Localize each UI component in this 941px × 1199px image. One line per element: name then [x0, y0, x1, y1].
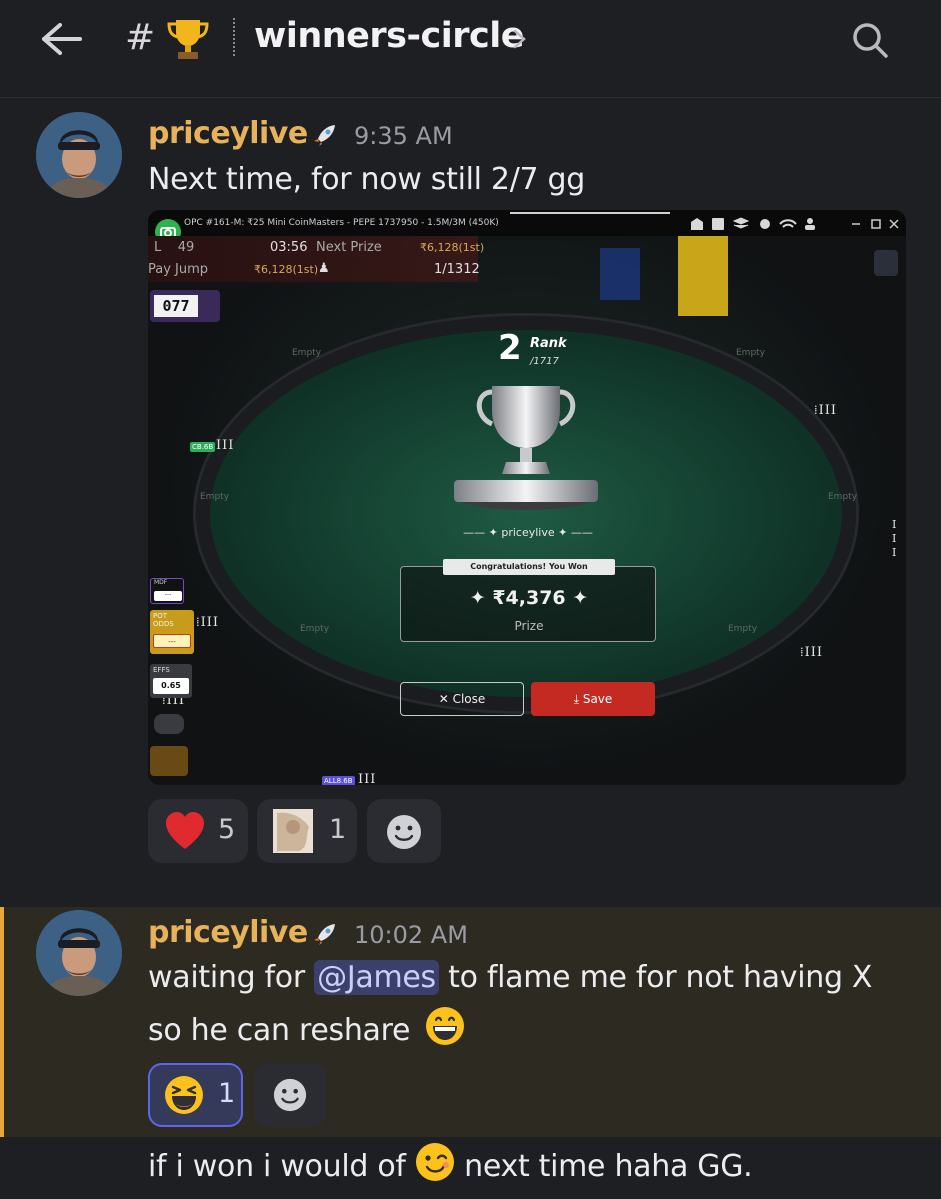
rank-total: /1717	[530, 356, 559, 367]
reaction-count: 1	[218, 1078, 236, 1109]
reaction-custom[interactable]: 1	[257, 799, 357, 863]
trophy-icon	[167, 20, 209, 59]
seat-empty[interactable]: Empty	[292, 348, 321, 358]
save-label: Save	[582, 692, 613, 706]
slot-machine-icon[interactable]	[150, 746, 188, 776]
add-emoji-icon	[273, 1078, 307, 1112]
winking-face-icon	[415, 1143, 454, 1181]
clock: 03:56	[270, 240, 308, 255]
hand-counter-value: 077	[154, 295, 198, 317]
seat-empty[interactable]: Empty	[728, 624, 757, 634]
chip-stack-marker: ⁞III	[196, 615, 220, 630]
reaction-count: 1	[329, 814, 347, 845]
mdf-value: ---	[154, 591, 182, 601]
all-badge: ALL8.6B	[322, 776, 355, 785]
chip-stack-marker: III	[216, 438, 235, 453]
chip-stack-marker: III	[892, 518, 898, 559]
effs-value: 0.65	[153, 678, 189, 694]
avatar-image	[36, 910, 122, 996]
save-button[interactable]: ⤓ Save	[531, 682, 655, 716]
chip-stack-marker: ⁞III	[814, 403, 838, 418]
message-text: if i won i would of next time haha GG.	[148, 1142, 753, 1184]
add-reaction-button[interactable]	[367, 799, 441, 863]
add-emoji-icon	[387, 815, 421, 849]
seat-empty[interactable]: Empty	[828, 492, 857, 502]
silver-trophy-icon	[454, 386, 598, 510]
level-label: L 49	[154, 240, 195, 255]
chevron-right-icon[interactable]	[512, 28, 528, 50]
game-titlebar: OPC #161-M: ₹25 Mini CoinMasters - PEPE …	[148, 210, 906, 245]
download-icon: ⤓	[573, 692, 579, 706]
mdf-label: MDF	[154, 579, 168, 586]
cb-badge: CB.6B	[190, 442, 216, 452]
author-name[interactable]: priceylive	[148, 915, 308, 950]
game-window-title: OPC #161-M: ₹25 Mini CoinMasters - PEPE …	[184, 218, 499, 228]
search-icon[interactable]	[850, 20, 890, 60]
message-text-line2: so he can reshare	[148, 1006, 465, 1048]
winner-name: —— ✦ priceylive ✦ ——	[463, 526, 593, 539]
players-count: 1/1312	[434, 262, 480, 277]
effs-label: EFFS	[153, 666, 170, 674]
rocket-icon	[314, 924, 335, 945]
next-prize-value: ₹6,128(1st)	[420, 241, 485, 254]
seat-empty[interactable]: Empty	[300, 624, 329, 634]
pot-odds-panel: POT ODDS ---	[150, 610, 194, 654]
user-mention[interactable]: @James	[314, 960, 439, 995]
reaction-count: 5	[218, 814, 236, 845]
close-label: Close	[452, 692, 486, 706]
window-controls[interactable]	[848, 218, 902, 230]
close-icon: ✕	[438, 692, 449, 706]
poker-table-scene: L 49 03:56 Next Prize ₹6,128(1st) Pay Ju…	[148, 236, 906, 785]
laughing-face-icon	[165, 1076, 203, 1114]
poster-art	[600, 248, 640, 300]
reaction-heart[interactable]: 5	[148, 799, 248, 863]
card-icon[interactable]	[874, 250, 898, 276]
reaction-laughing[interactable]: 1	[148, 1063, 243, 1127]
prize-amount: ✦ ₹4,376 ✦	[469, 587, 589, 609]
hand-counter: 077	[150, 290, 220, 322]
next-prize-label: Next Prize	[316, 240, 382, 255]
rank-label: Rank	[530, 336, 567, 351]
message-timestamp: 9:35 AM	[354, 122, 453, 150]
pot-odds-value: ---	[153, 634, 191, 648]
message-text: Next time, for now still 2/7 gg	[148, 162, 586, 197]
seat-empty[interactable]: Empty	[736, 348, 765, 358]
chat-icon[interactable]	[154, 714, 184, 734]
title-progress-line	[510, 212, 670, 214]
author-name[interactable]: priceylive	[148, 116, 308, 151]
mention-highlight	[0, 907, 941, 1137]
avatar-image	[36, 112, 122, 198]
channel-hash: #	[125, 17, 156, 58]
rocket-icon	[314, 125, 335, 146]
image-attachment[interactable]: OPC #161-M: ₹25 Mini CoinMasters - PEPE …	[148, 210, 906, 785]
grinning-face-icon	[426, 1007, 465, 1045]
channel-header: # winners-circle	[0, 0, 941, 98]
poster-art-2	[678, 236, 728, 316]
players-icon: ♟	[318, 261, 330, 276]
channel-name[interactable]: winners-circle	[254, 16, 525, 56]
avatar[interactable]	[36, 112, 122, 198]
heart-icon	[166, 812, 204, 849]
congrats-banner: Congratulations! You Won	[443, 559, 615, 575]
back-arrow-icon[interactable]	[40, 22, 82, 56]
win-modal: Congratulations! You Won ✦ ₹4,376 ✦ Priz…	[400, 559, 656, 642]
custom-emoji-icon	[273, 809, 313, 853]
chip-stack-marker: III	[358, 772, 377, 785]
rank-number: 2	[498, 328, 522, 368]
toolbar-icons	[691, 217, 815, 230]
mdf-panel: MDF ---	[150, 578, 184, 604]
header-divider	[233, 18, 235, 56]
message-timestamp: 10:02 AM	[354, 921, 468, 949]
pay-jump-label: Pay Jump	[148, 262, 209, 277]
pay-jump-value: ₹6,128(1st)	[254, 263, 319, 276]
message-text: waiting for @James to flame me for not h…	[148, 960, 873, 995]
prize-label: Prize	[514, 619, 544, 633]
pot-odds-label: POT ODDS	[153, 612, 174, 628]
avatar[interactable]	[36, 910, 122, 996]
effs-panel: EFFS 0.65	[150, 664, 192, 698]
add-reaction-button[interactable]	[254, 1063, 326, 1127]
chip-stack-marker: ⁞III	[800, 645, 824, 660]
close-button[interactable]: ✕ Close	[400, 682, 524, 716]
seat-empty[interactable]: Empty	[200, 492, 229, 502]
